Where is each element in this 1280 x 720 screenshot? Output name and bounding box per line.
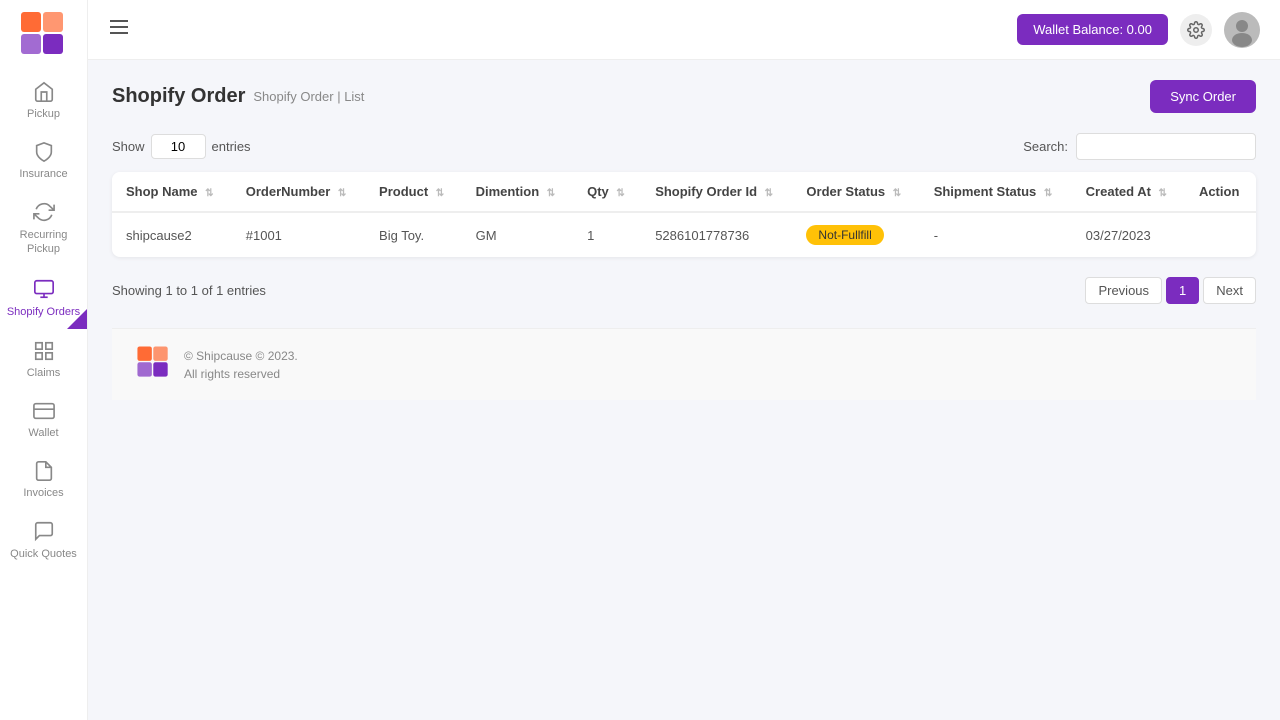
col-shopify-order-id[interactable]: Shopify Order Id ⇅	[641, 172, 792, 212]
search-input[interactable]	[1076, 133, 1256, 160]
recurring-pickup-icon	[32, 200, 56, 224]
sidebar-item-invoices[interactable]: Invoices	[0, 449, 87, 509]
col-dimention[interactable]: Dimention ⇅	[462, 172, 574, 212]
sidebar-item-quick-quotes-label: Quick Quotes	[10, 547, 77, 561]
col-order-status[interactable]: Order Status ⇅	[792, 172, 919, 212]
cell-shopify-order-id: 5286101778736	[641, 212, 792, 257]
sidebar-item-wallet-label: Wallet	[28, 427, 58, 439]
topnav-right: Wallet Balance: 0.00	[1017, 12, 1260, 48]
sidebar-item-quick-quotes[interactable]: Quick Quotes	[0, 509, 87, 571]
search-area: Search:	[1023, 133, 1256, 160]
next-button[interactable]: Next	[1203, 277, 1256, 304]
sort-icon-shopify-order-id: ⇅	[765, 188, 773, 199]
sidebar-item-insurance-label: Insurance	[19, 168, 67, 180]
col-order-number[interactable]: OrderNumber ⇅	[232, 172, 365, 212]
topnav: Wallet Balance: 0.00	[88, 0, 1280, 60]
claims-icon	[32, 339, 56, 363]
cell-order-status: Not-Fullfill	[792, 212, 919, 257]
sort-icon-product: ⇅	[436, 188, 444, 199]
orders-table-wrapper: Shop Name ⇅ OrderNumber ⇅ Product ⇅ Dime…	[112, 172, 1256, 257]
main-content: Shopify Order Shopify Order | List Sync …	[88, 60, 1280, 720]
sort-icon-created-at: ⇅	[1159, 188, 1167, 199]
col-qty[interactable]: Qty ⇅	[573, 172, 641, 212]
wallet-balance-button[interactable]: Wallet Balance: 0.00	[1017, 14, 1168, 45]
table-row: shipcause2 #1001 Big Toy. GM 1 528610177…	[112, 212, 1256, 257]
breadcrumb: Shopify Order | List	[253, 89, 364, 104]
table-controls: Show entries Search:	[112, 133, 1256, 160]
footer-copyright: © Shipcause © 2023.	[184, 347, 298, 365]
page-title-area: Shopify Order Shopify Order | List	[112, 85, 364, 108]
sort-icon-qty: ⇅	[616, 188, 624, 199]
cell-shop-name: shipcause2	[112, 212, 232, 257]
cell-dimention: GM	[462, 212, 574, 257]
sidebar-item-pickup[interactable]: Pickup	[0, 70, 87, 130]
app-logo[interactable]	[19, 10, 69, 60]
settings-icon[interactable]	[1180, 14, 1212, 46]
sidebar-item-insurance[interactable]: Insurance	[0, 130, 87, 190]
entries-label: entries	[212, 139, 251, 154]
sort-icon-order-number: ⇅	[338, 188, 346, 199]
entries-input[interactable]	[151, 134, 206, 159]
page-header: Shopify Order Shopify Order | List Sync …	[112, 80, 1256, 113]
user-avatar[interactable]	[1224, 12, 1260, 48]
show-entries: Show entries	[112, 134, 251, 159]
shopify-orders-icon	[32, 277, 56, 301]
quick-quotes-icon	[32, 519, 56, 543]
show-label: Show	[112, 139, 145, 154]
sidebar-item-recurring-pickup[interactable]: Recurring Pickup	[0, 190, 87, 267]
col-product[interactable]: Product ⇅	[365, 172, 462, 212]
breadcrumb-parent: Shopify Order	[253, 89, 333, 104]
page-title: Shopify Order	[112, 85, 245, 108]
sidebar: Pickup Insurance Recurring Pickup	[0, 0, 88, 720]
sort-icon-dimention: ⇅	[547, 188, 555, 199]
sidebar-item-invoices-label: Invoices	[23, 487, 63, 499]
footer-rights: All rights reserved	[184, 365, 298, 383]
cell-action	[1185, 212, 1256, 257]
sort-icon-shop-name: ⇅	[205, 188, 213, 199]
sidebar-item-pickup-label: Pickup	[27, 108, 60, 120]
sidebar-item-claims[interactable]: Claims	[0, 329, 87, 389]
table-footer: Showing 1 to 1 of 1 entries Previous 1 N…	[112, 273, 1256, 308]
cell-qty: 1	[573, 212, 641, 257]
pagination: Previous 1 Next	[1085, 277, 1256, 304]
wallet-icon	[32, 399, 56, 423]
cell-shipment-status: -	[920, 212, 1072, 257]
sort-icon-shipment-status: ⇅	[1044, 188, 1052, 199]
hamburger-menu[interactable]	[108, 16, 130, 43]
sidebar-item-shopify-orders-label: Shopify Orders	[7, 305, 80, 319]
col-shipment-status[interactable]: Shipment Status ⇅	[920, 172, 1072, 212]
search-label: Search:	[1023, 139, 1068, 154]
pickup-icon	[32, 80, 56, 104]
sync-order-button[interactable]: Sync Order	[1150, 80, 1256, 113]
previous-button[interactable]: Previous	[1085, 277, 1162, 304]
invoices-icon	[32, 459, 56, 483]
footer-logo	[136, 345, 172, 384]
orders-table: Shop Name ⇅ OrderNumber ⇅ Product ⇅ Dime…	[112, 172, 1256, 257]
col-shop-name[interactable]: Shop Name ⇅	[112, 172, 232, 212]
cell-order-number: #1001	[232, 212, 365, 257]
cell-product: Big Toy.	[365, 212, 462, 257]
sidebar-item-wallet[interactable]: Wallet	[0, 389, 87, 449]
showing-text: Showing 1 to 1 of 1 entries	[112, 283, 266, 298]
breadcrumb-current: List	[344, 89, 364, 104]
sidebar-item-shopify-orders[interactable]: Shopify Orders	[0, 267, 87, 329]
col-created-at[interactable]: Created At ⇅	[1072, 172, 1185, 212]
sidebar-item-claims-label: Claims	[27, 367, 61, 379]
insurance-icon	[32, 140, 56, 164]
cell-created-at: 03/27/2023	[1072, 212, 1185, 257]
table-header-row: Shop Name ⇅ OrderNumber ⇅ Product ⇅ Dime…	[112, 172, 1256, 212]
sort-icon-order-status: ⇅	[893, 188, 901, 199]
page-1-button[interactable]: 1	[1166, 277, 1199, 304]
footer: © Shipcause © 2023. All rights reserved	[112, 328, 1256, 400]
footer-text: © Shipcause © 2023. All rights reserved	[184, 347, 298, 383]
col-action: Action	[1185, 172, 1256, 212]
order-status-badge: Not-Fullfill	[806, 225, 883, 245]
sidebar-item-recurring-pickup-label: Recurring Pickup	[5, 228, 82, 257]
